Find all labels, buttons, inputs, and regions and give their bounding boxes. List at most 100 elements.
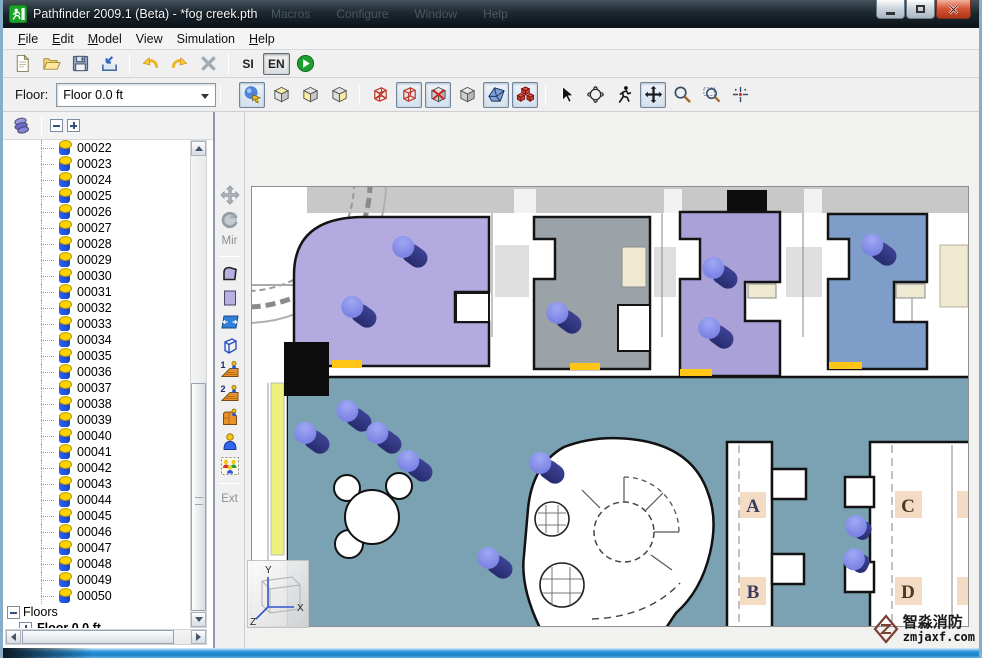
- pan-icon[interactable]: [640, 82, 666, 108]
- wireframe-x-icon[interactable]: [367, 82, 393, 108]
- minimize-button[interactable]: [876, 0, 905, 19]
- expand-all-icon[interactable]: [67, 119, 80, 132]
- tree-horizontal-scrollbar[interactable]: [5, 629, 207, 645]
- tree-item[interactable]: 00024: [3, 172, 189, 188]
- model-viewport[interactable]: A B: [251, 186, 969, 627]
- ext-button[interactable]: Ext: [221, 490, 238, 508]
- tree-item[interactable]: 00037: [3, 380, 189, 396]
- stairs-one-tool-tool-icon[interactable]: 1: [218, 359, 242, 381]
- tree-item[interactable]: 00046: [3, 524, 189, 540]
- walk-icon[interactable]: [611, 82, 637, 108]
- scrollbar-thumb[interactable]: [22, 630, 174, 644]
- tree-item[interactable]: 00033: [3, 316, 189, 332]
- occupant-tool-tool-icon[interactable]: [218, 431, 242, 453]
- obstruction-tool-tool-icon[interactable]: [218, 335, 242, 357]
- tree-item[interactable]: 00026: [3, 204, 189, 220]
- door-threshold[interactable]: [570, 363, 600, 370]
- en-button[interactable]: EN: [263, 53, 290, 75]
- maximize-button[interactable]: [906, 0, 935, 19]
- tree-item[interactable]: 00050: [3, 588, 189, 604]
- redo-icon[interactable]: [166, 52, 192, 76]
- scroll-left-arrow[interactable]: [6, 630, 21, 644]
- si-button[interactable]: SI: [236, 53, 260, 75]
- scroll-up-arrow[interactable]: [191, 141, 206, 156]
- collapse-icon[interactable]: [7, 606, 20, 619]
- view-front-icon[interactable]: [297, 82, 323, 108]
- tree-item[interactable]: 00034: [3, 332, 189, 348]
- tree-item[interactable]: 00035: [3, 348, 189, 364]
- scrollbar-thumb[interactable]: [191, 383, 206, 611]
- tree-item[interactable]: 00027: [3, 220, 189, 236]
- tree-item[interactable]: 00047: [3, 540, 189, 556]
- open-folder-icon[interactable]: [38, 52, 64, 76]
- menu-view[interactable]: View: [129, 30, 170, 48]
- exit-block-top[interactable]: [727, 190, 767, 212]
- tree-item[interactable]: 00044: [3, 492, 189, 508]
- tree-item[interactable]: 00030: [3, 268, 189, 284]
- door-threshold[interactable]: [680, 369, 712, 376]
- occupant-icon: [59, 255, 70, 267]
- undo-icon[interactable]: [137, 52, 163, 76]
- tree-item[interactable]: 00045: [3, 508, 189, 524]
- tree-item[interactable]: 00022: [3, 140, 189, 156]
- solid-x-icon[interactable]: [425, 82, 451, 108]
- rect-room-tool-tool-icon[interactable]: [218, 287, 242, 309]
- new-file-icon[interactable]: [9, 52, 35, 76]
- navmesh-icon[interactable]: [483, 82, 509, 108]
- menu-simulation[interactable]: Simulation: [170, 30, 242, 48]
- view-top-icon[interactable]: [268, 82, 294, 108]
- wireframe-icon[interactable]: [396, 82, 422, 108]
- menu-file[interactable]: File: [11, 30, 45, 48]
- zoom-icon[interactable]: [669, 82, 695, 108]
- tree-item[interactable]: 00031: [3, 284, 189, 300]
- close-button[interactable]: [936, 0, 971, 19]
- zoom-box-icon[interactable]: [698, 82, 724, 108]
- select-cursor-icon[interactable]: [553, 82, 579, 108]
- door-threshold[interactable]: [332, 360, 362, 368]
- floor-select[interactable]: Floor 0.0 ft: [56, 83, 216, 107]
- tree-item[interactable]: 00032: [3, 300, 189, 316]
- tree-item[interactable]: 00041: [3, 444, 189, 460]
- tree-item[interactable]: 00028: [3, 236, 189, 252]
- tree-item[interactable]: 00049: [3, 572, 189, 588]
- stairs-two-tool-tool-icon[interactable]: 2: [218, 383, 242, 405]
- occupants-icon[interactable]: [9, 115, 33, 137]
- door-threshold[interactable]: [829, 362, 862, 369]
- menu-model[interactable]: Model: [81, 30, 129, 48]
- tree-item[interactable]: 00025: [3, 188, 189, 204]
- save-icon[interactable]: [67, 52, 93, 76]
- import-icon[interactable]: [96, 52, 122, 76]
- orbit-camera-icon[interactable]: [239, 82, 265, 108]
- tree-item-floors[interactable]: Floors: [3, 604, 189, 620]
- tree-item[interactable]: 00040: [3, 428, 189, 444]
- tree-vertical-scrollbar[interactable]: [190, 140, 207, 628]
- occupant-group-tool-tool-icon[interactable]: [218, 455, 242, 477]
- tree-item[interactable]: 00023: [3, 156, 189, 172]
- menu-edit[interactable]: Edit: [45, 30, 81, 48]
- axis-y-label: Y: [265, 565, 272, 576]
- tree-item[interactable]: 00038: [3, 396, 189, 412]
- scroll-right-arrow[interactable]: [191, 630, 206, 644]
- collapse-all-icon[interactable]: [50, 119, 63, 132]
- scroll-down-arrow[interactable]: [191, 612, 206, 627]
- solid-cube-icon[interactable]: [454, 82, 480, 108]
- model-canvas[interactable]: A B: [245, 112, 979, 648]
- tree-item[interactable]: 00048: [3, 556, 189, 572]
- door-tool-tool-icon[interactable]: [218, 311, 242, 333]
- tree-item[interactable]: 00039: [3, 412, 189, 428]
- expand-icon[interactable]: [19, 622, 32, 628]
- tree-item[interactable]: 00036: [3, 364, 189, 380]
- objects-icon[interactable]: [512, 82, 538, 108]
- exit-block-left[interactable]: [284, 342, 329, 396]
- tree-item[interactable]: 00029: [3, 252, 189, 268]
- view-side-icon[interactable]: [326, 82, 352, 108]
- zoom-point-icon[interactable]: [727, 82, 753, 108]
- orbit-rings-icon[interactable]: [582, 82, 608, 108]
- escalator-tool-tool-icon[interactable]: [218, 407, 242, 429]
- tree-item-floor[interactable]: Floor 0.0 ft: [3, 620, 189, 628]
- polygon-room-tool-tool-icon[interactable]: [218, 263, 242, 285]
- run-simulation-icon[interactable]: [293, 52, 319, 76]
- tree-item[interactable]: 00042: [3, 460, 189, 476]
- tree-item[interactable]: 00043: [3, 476, 189, 492]
- menu-help[interactable]: Help: [242, 30, 282, 48]
